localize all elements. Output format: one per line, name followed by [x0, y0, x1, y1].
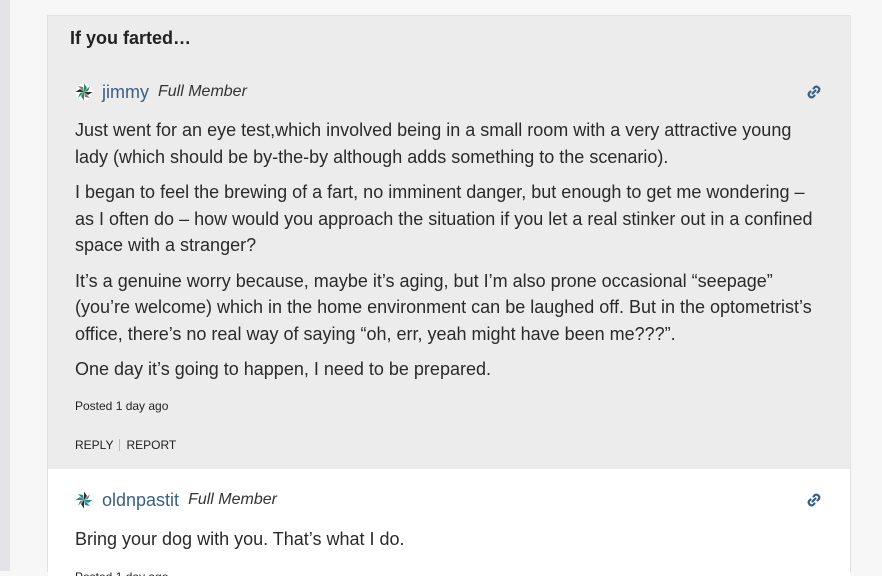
post-paragraph: It’s a genuine worry because, maybe it’s…	[75, 270, 812, 344]
post-author-row: oldnpastit Full Member	[75, 469, 823, 510]
post-body: Bring your dog with you. That’s what I d…	[75, 510, 823, 553]
post-paragraph: I began to feel the brewing of a fart, n…	[75, 182, 813, 255]
post-paragraph: Just went for an eye test,which involved…	[75, 120, 792, 167]
link-icon[interactable]	[805, 83, 823, 101]
avatar-icon[interactable]	[75, 491, 93, 509]
post-timestamp: Posted 1 day ago	[75, 398, 169, 413]
topic-title: If you farted…	[48, 16, 850, 61]
reply-button[interactable]: REPLY	[75, 438, 113, 452]
post-paragraph: Bring your dog with you. That’s what I d…	[75, 529, 405, 549]
post-author-role: Full Member	[158, 83, 247, 100]
post-author-link[interactable]: jimmy	[102, 82, 149, 103]
post-author-role: Full Member	[188, 491, 277, 508]
post-author-link[interactable]: oldnpastit	[102, 490, 179, 511]
topic-card: If you farted… jimmy Full Member Just we…	[47, 15, 851, 576]
post-item: oldnpastit Full Member Bring your dog wi…	[48, 469, 850, 576]
post-actions: REPLY REPORT	[75, 438, 823, 452]
post-body: Just went for an eye test,which involved…	[75, 102, 823, 383]
link-icon[interactable]	[805, 491, 823, 509]
avatar-icon[interactable]	[75, 83, 93, 101]
post-item: jimmy Full Member Just went for an eye t…	[48, 61, 850, 469]
post-timestamp: Posted 1 day ago	[75, 570, 823, 576]
action-divider	[119, 438, 121, 451]
post-author-row: jimmy Full Member	[75, 61, 823, 102]
report-button[interactable]: REPORT	[126, 438, 176, 452]
post-paragraph: One day it’s going to happen, I need to …	[75, 359, 491, 379]
left-sidebar-strip	[0, 0, 10, 571]
